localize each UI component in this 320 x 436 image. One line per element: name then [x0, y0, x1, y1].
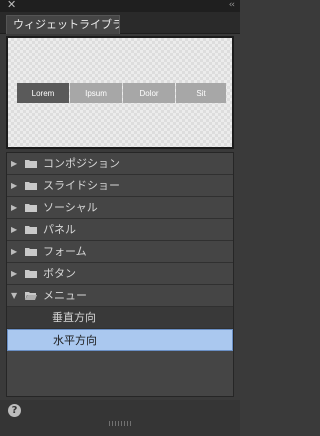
tree-item-menu[interactable]: ▼ メニュー	[7, 285, 233, 307]
tree-item-label: 水平方向	[53, 334, 97, 347]
panel-title-bar: ✕ ‹‹	[0, 0, 240, 12]
tree-item-label: パネル	[43, 223, 76, 236]
folder-icon	[25, 248, 37, 256]
preview-menu-item: Ipsum	[70, 83, 122, 103]
tree-item-horizontal[interactable]: 水平方向	[7, 329, 233, 351]
collapse-arrow-icon[interactable]: ▼	[11, 285, 17, 307]
tab-widget-library[interactable]: ウィジェットライブラリ	[6, 15, 120, 34]
expand-arrow-icon[interactable]: ▶	[11, 197, 17, 219]
preview-horizontal-menu: Lorem Ipsum Dolor Sit	[17, 83, 227, 103]
resize-grip-icon[interactable]	[109, 421, 131, 426]
tree-item-label: ソーシャル	[43, 201, 98, 214]
tree-item-label: 垂直方向	[52, 311, 96, 324]
tree-item-form[interactable]: ▶ フォーム	[7, 241, 233, 263]
tree-item-label: フォーム	[43, 245, 87, 258]
tree-item-button[interactable]: ▶ ボタン	[7, 263, 233, 285]
tree-item-slideshow[interactable]: ▶ スライドショー	[7, 175, 233, 197]
preview-menu-item: Lorem	[17, 83, 69, 103]
tree-item-panel[interactable]: ▶ パネル	[7, 219, 233, 241]
tree-item-vertical[interactable]: 垂直方向	[7, 307, 233, 329]
tree-item-label: コンポジション	[43, 157, 120, 170]
open-folder-icon	[25, 292, 37, 300]
expand-arrow-icon[interactable]: ▶	[11, 219, 17, 241]
tree-item-label: ボタン	[43, 267, 76, 280]
tree-item-composition[interactable]: ▶ コンポジション	[7, 153, 233, 175]
tree-item-social[interactable]: ▶ ソーシャル	[7, 197, 233, 219]
expand-arrow-icon[interactable]: ▶	[11, 153, 17, 175]
expand-arrow-icon[interactable]: ▶	[11, 175, 17, 197]
widget-category-tree: ▶ コンポジション ▶ スライドショー ▶ ソーシャル ▶ パネル ▶ フォーム…	[6, 152, 234, 397]
expand-arrow-icon[interactable]: ▶	[11, 263, 17, 285]
tree-item-label: メニュー	[43, 289, 87, 302]
close-icon[interactable]: ✕	[7, 0, 16, 11]
panel-footer: ?	[0, 400, 240, 436]
help-icon[interactable]: ?	[8, 404, 21, 417]
collapse-panel-icon[interactable]: ‹‹	[229, 0, 235, 11]
folder-icon	[25, 204, 37, 212]
preview-menu-item: Sit	[176, 83, 226, 103]
panel-tab-strip: ウィジェットライブラリ	[0, 12, 240, 34]
folder-icon	[25, 160, 37, 168]
tree-item-label: スライドショー	[43, 179, 120, 192]
folder-icon	[25, 226, 37, 234]
preview-menu-item: Dolor	[123, 83, 175, 103]
expand-arrow-icon[interactable]: ▶	[11, 241, 17, 263]
widget-preview-frame: Lorem Ipsum Dolor Sit	[6, 36, 234, 149]
folder-icon	[25, 182, 37, 190]
folder-icon	[25, 270, 37, 278]
widget-preview: Lorem Ipsum Dolor Sit	[8, 38, 232, 147]
